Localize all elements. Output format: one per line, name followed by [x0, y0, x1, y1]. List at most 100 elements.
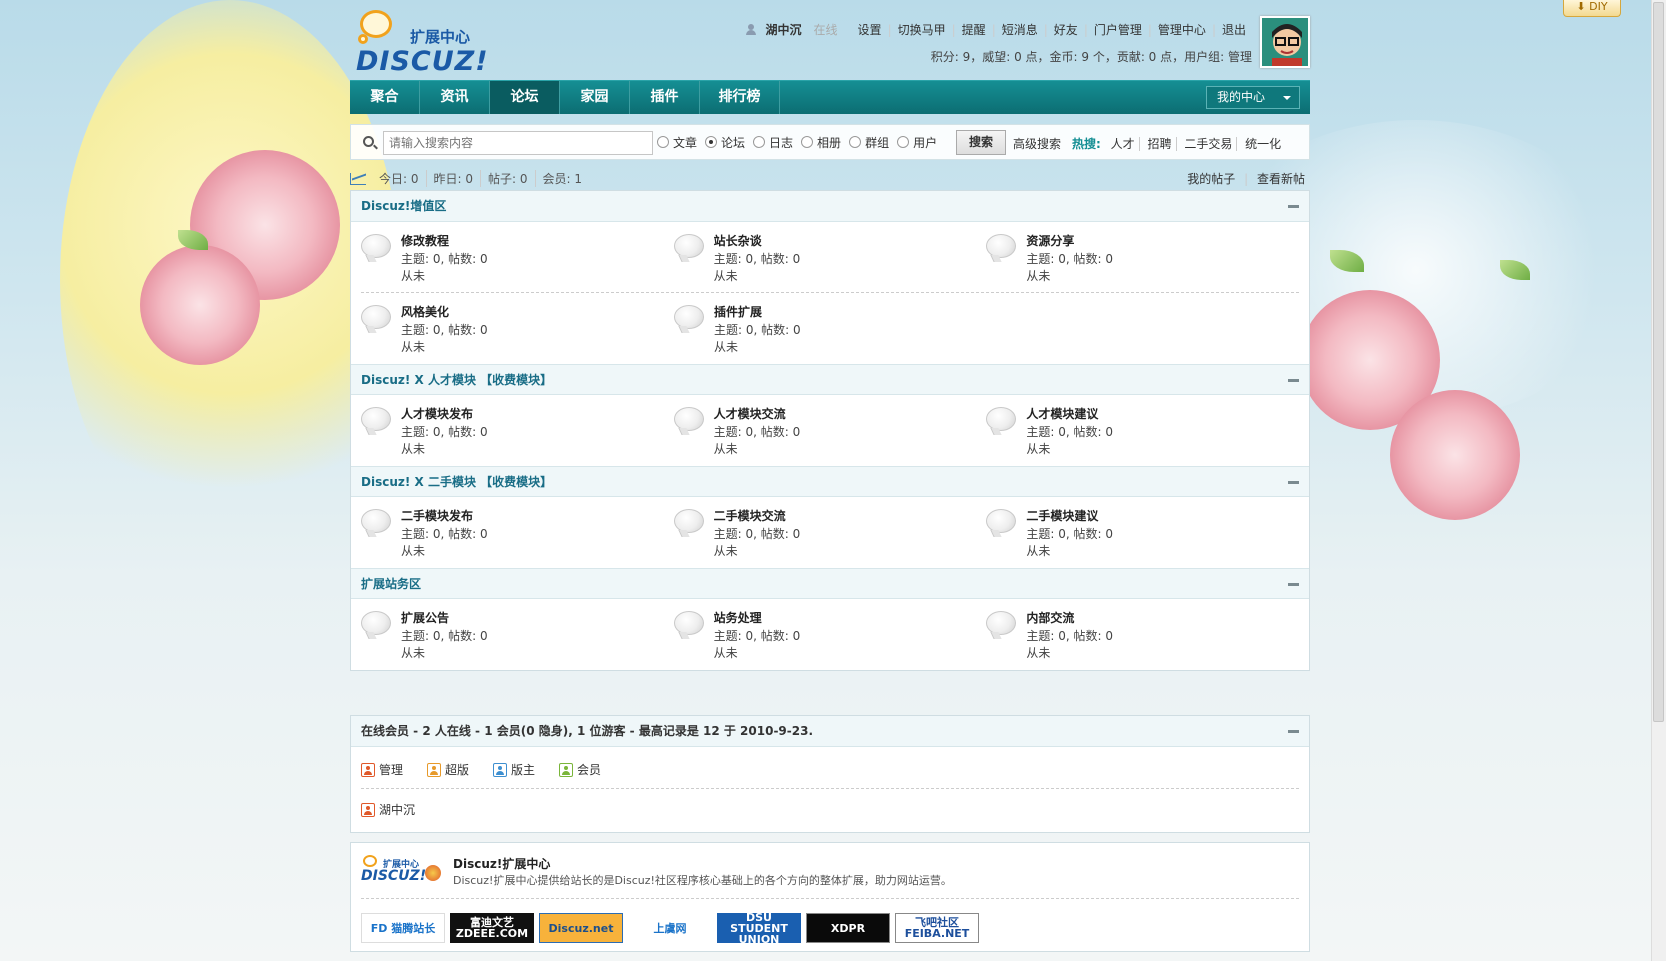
search-type-article[interactable]: 文章: [657, 134, 697, 151]
site-logo[interactable]: 扩展中心 DISCUZ!: [354, 8, 494, 77]
forum-bubble-icon[interactable]: [986, 509, 1017, 533]
category-title[interactable]: Discuz! X 人才模块 【收费模块】: [361, 373, 552, 387]
forum-row: 风格美化 主题: 0, 帖数: 0 从未 插件扩展 主题: 0, 帖数: 0 从未: [351, 293, 1309, 364]
forum-name[interactable]: 扩展公告: [401, 609, 449, 626]
forum-name[interactable]: 插件扩展: [714, 303, 762, 320]
hot-search-link[interactable]: 招聘: [1143, 137, 1177, 151]
friend-link-shangyu[interactable]: 上虞网: [628, 913, 712, 943]
radio-button[interactable]: [801, 136, 814, 148]
forum-name[interactable]: 二手模块交流: [714, 507, 786, 524]
friend-link-fd[interactable]: FD 猫腾站长: [361, 913, 445, 943]
category-title[interactable]: Discuz! X 二手模块 【收费模块】: [361, 475, 552, 489]
friend-link-feiba[interactable]: 飞吧社区 FEIBA.NET: [895, 913, 979, 943]
forum-bubble-icon[interactable]: [986, 407, 1017, 431]
forum-name[interactable]: 二手模块建议: [1026, 507, 1098, 524]
scrollbar-thumb[interactable]: [1653, 2, 1664, 722]
search-type-album[interactable]: 相册: [801, 134, 841, 151]
search-type-forum[interactable]: 论坛: [705, 134, 745, 151]
search-type-user[interactable]: 用户: [897, 134, 937, 151]
forum-bubble-icon[interactable]: [673, 234, 704, 258]
radio-button[interactable]: [897, 136, 910, 148]
admin-center-link[interactable]: 管理中心: [1152, 21, 1212, 38]
advanced-search-link[interactable]: 高级搜索: [1013, 135, 1061, 152]
my-posts-link[interactable]: 我的帖子: [1182, 172, 1240, 186]
radio-button[interactable]: [753, 136, 766, 148]
forum-name[interactable]: 人才模块建议: [1026, 405, 1098, 422]
username-link[interactable]: 湖中沉: [760, 21, 808, 38]
my-center-dropdown[interactable]: 我的中心: [1206, 86, 1300, 109]
forum-bubble-icon[interactable]: [361, 611, 391, 635]
nav-news[interactable]: 资讯: [420, 81, 490, 114]
switch-account-link[interactable]: 切换马甲: [892, 21, 952, 38]
diy-button[interactable]: ⬇ DIY: [1563, 0, 1621, 17]
friend-links: FD 猫腾站长 富迪文艺 ZDEEE.COM Discuz.net 上虞网 DS…: [361, 912, 979, 945]
friend-link-dsu[interactable]: DSU STUDENT UNION: [717, 912, 801, 945]
category-title[interactable]: Discuz!增值区: [361, 199, 446, 213]
forum-name[interactable]: 人才模块发布: [401, 405, 473, 422]
admin-user-icon: [361, 762, 375, 777]
hot-search-link[interactable]: 统一化: [1241, 137, 1285, 151]
collapse-icon[interactable]: [1288, 583, 1299, 586]
settings-link[interactable]: 设置: [852, 21, 888, 38]
forum-name[interactable]: 站长杂谈: [714, 232, 762, 249]
forum-bubble-icon[interactable]: [361, 509, 391, 533]
reminder-link[interactable]: 提醒: [956, 21, 992, 38]
radio-button[interactable]: [705, 136, 718, 148]
forum-bubble-icon[interactable]: [673, 509, 704, 533]
forum-name[interactable]: 风格美化: [401, 303, 449, 320]
forum-last-post: 从未: [1026, 442, 1051, 456]
forum-name[interactable]: 二手模块发布: [401, 507, 473, 524]
forum-counts: 主题: 0, 帖数: 0: [713, 629, 801, 643]
category-title[interactable]: 扩展站务区: [361, 577, 421, 591]
forum-bubble-icon[interactable]: [674, 305, 704, 329]
forum-bubble-icon[interactable]: [361, 305, 391, 329]
collapse-icon[interactable]: [1288, 379, 1299, 382]
search-type-group[interactable]: 群组: [849, 134, 889, 151]
forum-name[interactable]: 内部交流: [1026, 609, 1074, 626]
forum-counts: 主题: 0, 帖数: 0: [714, 323, 801, 337]
forum-bubble-icon[interactable]: [673, 611, 704, 635]
admin-user-icon: [361, 802, 375, 817]
forum-name[interactable]: 资源分享: [1026, 232, 1074, 249]
search-button[interactable]: 搜索: [956, 130, 1006, 155]
collapse-icon[interactable]: [1288, 481, 1299, 484]
radio-button[interactable]: [657, 136, 669, 148]
collapse-icon[interactable]: [1288, 730, 1299, 733]
new-posts-link[interactable]: 查看新帖: [1252, 172, 1310, 186]
online-member-list: 湖中沉: [361, 788, 1299, 826]
forum-row: 人才模块发布 主题: 0, 帖数: 0 从未 人才模块交流 主题: 0, 帖数: 0 从…: [351, 395, 1309, 466]
forum-bubble-icon[interactable]: [673, 407, 704, 431]
nav-plugins[interactable]: 插件: [630, 81, 700, 114]
nav-aggregate[interactable]: 聚合: [350, 81, 420, 114]
nav-home[interactable]: 家园: [560, 81, 630, 114]
forum-row: 二手模块发布 主题: 0, 帖数: 0 从未 二手模块交流 主题: 0, 帖数: 0 从…: [351, 497, 1309, 568]
collapse-icon[interactable]: [1288, 205, 1299, 208]
footer-logo[interactable]: 扩展中心 DISCUZ!: [361, 855, 446, 887]
search-input[interactable]: [383, 131, 653, 155]
user-avatar[interactable]: [1260, 16, 1310, 68]
forum-bubble-icon[interactable]: [361, 234, 391, 258]
vertical-scrollbar[interactable]: [1651, 0, 1666, 961]
friends-link[interactable]: 好友: [1048, 21, 1084, 38]
hot-search-link[interactable]: 二手交易: [1180, 137, 1238, 151]
forum-last-post: 从未: [1026, 544, 1051, 558]
forum-name[interactable]: 人才模块交流: [714, 405, 786, 422]
hot-search-link[interactable]: 人才: [1106, 137, 1140, 151]
friend-link-discuz[interactable]: Discuz.net: [539, 913, 623, 943]
radio-button[interactable]: [849, 136, 862, 148]
search-type-blog[interactable]: 日志: [753, 134, 793, 151]
messages-link[interactable]: 短消息: [996, 21, 1044, 38]
logout-link[interactable]: 退出: [1216, 21, 1252, 38]
forum-last-post: 从未: [1026, 269, 1051, 283]
friend-link-xdpr[interactable]: XDPR: [806, 913, 890, 943]
friend-link-zdeee[interactable]: 富迪文艺 ZDEEE.COM: [450, 913, 534, 943]
nav-forum[interactable]: 论坛: [490, 81, 560, 114]
forum-bubble-icon[interactable]: [361, 407, 391, 431]
forum-name[interactable]: 站务处理: [714, 609, 762, 626]
forum-bubble-icon[interactable]: [986, 234, 1017, 258]
forum-bubble-icon[interactable]: [986, 611, 1017, 635]
online-member-link[interactable]: 湖中沉: [379, 801, 415, 818]
forum-name[interactable]: 修改教程: [401, 232, 449, 249]
portal-admin-link[interactable]: 门户管理: [1088, 21, 1148, 38]
nav-ranking[interactable]: 排行榜: [700, 81, 780, 114]
